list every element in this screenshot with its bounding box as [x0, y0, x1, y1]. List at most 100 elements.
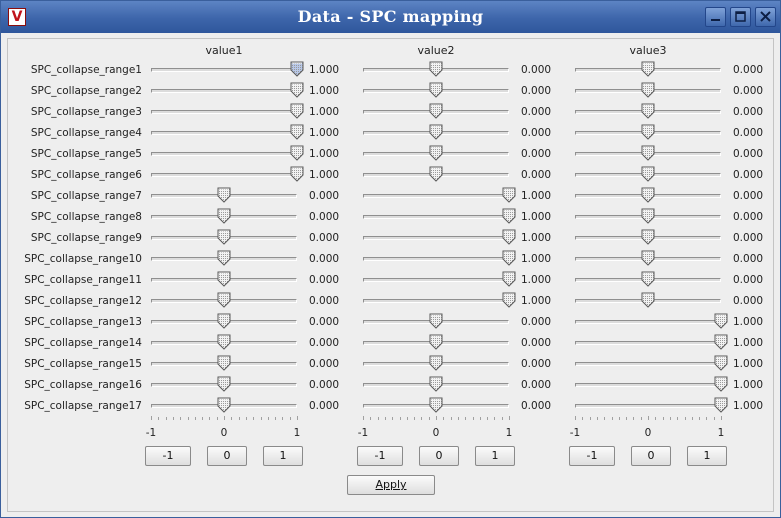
slider-thumb[interactable]: [429, 376, 443, 392]
slider-track[interactable]: [151, 173, 297, 177]
slider-thumb[interactable]: [429, 313, 443, 329]
slider-thumb[interactable]: [429, 334, 443, 350]
slider-thumb[interactable]: [502, 229, 516, 245]
slider-tick: [677, 417, 679, 420]
slider-thumb[interactable]: [641, 292, 655, 308]
slider-thumb[interactable]: [502, 250, 516, 266]
slider-track[interactable]: [151, 131, 297, 135]
slider-thumb[interactable]: [290, 145, 304, 161]
slider-thumb[interactable]: [641, 124, 655, 140]
slider-thumb[interactable]: [217, 355, 231, 371]
slider-tick: [370, 417, 372, 420]
slider-thumb[interactable]: [217, 313, 231, 329]
maximize-button[interactable]: [730, 7, 751, 27]
slider-thumb[interactable]: [502, 187, 516, 203]
slider-value: 0.000: [521, 127, 552, 139]
set-value-minus-one-button[interactable]: -1: [569, 446, 615, 466]
slider-value: 0.000: [309, 379, 340, 391]
slider-track[interactable]: [151, 152, 297, 156]
slider-track[interactable]: [575, 341, 721, 345]
apply-button[interactable]: Apply: [347, 475, 435, 495]
slider-track[interactable]: [575, 362, 721, 366]
slider-thumb[interactable]: [641, 82, 655, 98]
slider-track[interactable]: [575, 320, 721, 324]
set-value-zero-button[interactable]: 0: [631, 446, 671, 466]
slider-thumb[interactable]: [290, 124, 304, 140]
slider-thumb[interactable]: [429, 103, 443, 119]
slider-thumb[interactable]: [714, 355, 728, 371]
slider-track[interactable]: [363, 299, 509, 303]
slider-thumb[interactable]: [502, 271, 516, 287]
row-label: SPC_collapse_range1: [30, 64, 142, 76]
slider-thumb[interactable]: [641, 61, 655, 77]
slider-thumb[interactable]: [429, 124, 443, 140]
slider-thumb[interactable]: [714, 376, 728, 392]
slider-thumb[interactable]: [714, 334, 728, 350]
slider-value: 0.000: [521, 106, 552, 118]
set-value-one-button[interactable]: 1: [263, 446, 303, 466]
spc-mapping-window: V Data - SPC mapping value1 value2 value3 S…: [0, 0, 781, 518]
slider-thumb[interactable]: [217, 292, 231, 308]
slider-thumb[interactable]: [217, 334, 231, 350]
slider-track[interactable]: [575, 404, 721, 408]
slider-thumb[interactable]: [641, 208, 655, 224]
slider-thumb[interactable]: [217, 229, 231, 245]
slider-track[interactable]: [151, 68, 297, 72]
slider-thumb[interactable]: [641, 229, 655, 245]
slider-value: 0.000: [521, 64, 552, 76]
slider-thumb[interactable]: [217, 250, 231, 266]
slider-track[interactable]: [363, 257, 509, 261]
slider-thumb[interactable]: [429, 397, 443, 413]
slider-thumb[interactable]: [217, 271, 231, 287]
slider-value: 0.000: [309, 211, 340, 223]
slider-track[interactable]: [151, 110, 297, 114]
slider-thumb[interactable]: [429, 61, 443, 77]
slider-track[interactable]: [363, 236, 509, 240]
slider-thumb[interactable]: [217, 187, 231, 203]
slider-track[interactable]: [363, 278, 509, 282]
slider-thumb[interactable]: [290, 61, 304, 77]
slider-tick: [713, 417, 715, 420]
slider-value: 1.000: [733, 358, 764, 370]
slider-thumb[interactable]: [217, 208, 231, 224]
set-value-minus-one-button[interactable]: -1: [145, 446, 191, 466]
slider-thumb[interactable]: [290, 103, 304, 119]
slider-thumb[interactable]: [641, 250, 655, 266]
slider-thumb[interactable]: [714, 397, 728, 413]
tick-label: 0: [432, 427, 440, 439]
slider-thumb[interactable]: [429, 82, 443, 98]
slider-thumb[interactable]: [429, 355, 443, 371]
set-value-zero-button[interactable]: 0: [419, 446, 459, 466]
slider-thumb[interactable]: [714, 313, 728, 329]
slider-thumb[interactable]: [641, 166, 655, 182]
slider-tick: [414, 417, 416, 420]
row-label: SPC_collapse_range10: [24, 253, 142, 265]
slider-thumb[interactable]: [641, 187, 655, 203]
slider-track[interactable]: [575, 383, 721, 387]
set-value-one-button[interactable]: 1: [475, 446, 515, 466]
slider-thumb[interactable]: [641, 145, 655, 161]
slider-track[interactable]: [363, 194, 509, 198]
set-value-zero-button[interactable]: 0: [207, 446, 247, 466]
slider-track[interactable]: [151, 89, 297, 93]
slider-thumb[interactable]: [429, 166, 443, 182]
set-value-one-button[interactable]: 1: [687, 446, 727, 466]
slider-tick: [253, 417, 255, 420]
slider-value: 0.000: [733, 127, 764, 139]
slider-thumb[interactable]: [217, 376, 231, 392]
row-label: SPC_collapse_range4: [30, 127, 142, 139]
slider-thumb[interactable]: [217, 397, 231, 413]
close-button[interactable]: [755, 7, 776, 27]
minimize-button[interactable]: [705, 7, 726, 27]
set-value-minus-one-button[interactable]: -1: [357, 446, 403, 466]
title-bar[interactable]: V Data - SPC mapping: [1, 1, 780, 33]
slider-thumb[interactable]: [502, 208, 516, 224]
slider-thumb[interactable]: [502, 292, 516, 308]
slider-value: 0.000: [521, 337, 552, 349]
slider-thumb[interactable]: [290, 166, 304, 182]
slider-thumb[interactable]: [290, 82, 304, 98]
slider-track[interactable]: [363, 215, 509, 219]
slider-thumb[interactable]: [641, 271, 655, 287]
slider-thumb[interactable]: [641, 103, 655, 119]
slider-thumb[interactable]: [429, 145, 443, 161]
